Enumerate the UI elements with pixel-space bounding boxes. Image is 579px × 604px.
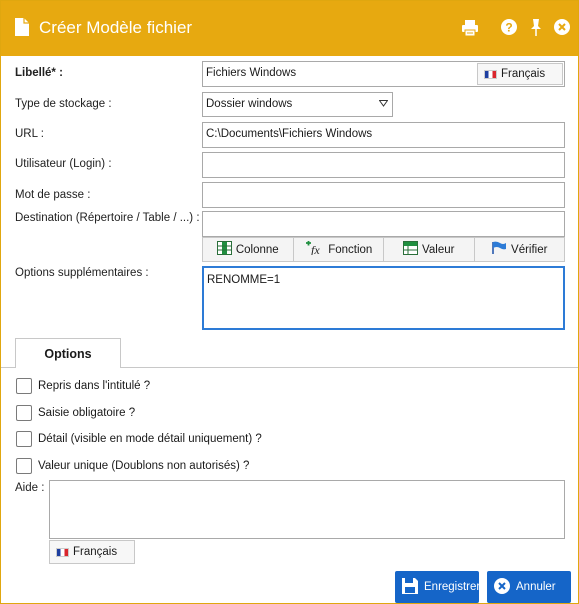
dropdown-arrow-icon	[378, 99, 389, 110]
verify-flag-icon	[491, 241, 507, 258]
saisie-checkbox-row[interactable]: Saisie obligatoire ?	[16, 405, 135, 421]
colonne-label: Colonne	[235, 243, 279, 256]
repris-checkbox-row[interactable]: Repris dans l'intitulé ?	[16, 378, 150, 394]
save-icon	[401, 577, 419, 598]
detail-checkbox-row[interactable]: Détail (visible en mode détail uniquemen…	[16, 431, 262, 447]
colonne-button[interactable]: Colonne	[202, 237, 294, 262]
aide-language-label: Français	[73, 546, 118, 558]
verifier-label: Vérifier	[511, 243, 548, 256]
unique-label: Valeur unique (Doublons non autorisés) ?	[38, 460, 250, 472]
valeur-label: Valeur	[422, 243, 455, 256]
url-value: C:\Documents\Fichiers Windows	[206, 128, 373, 140]
libelle-value: Fichiers Windows	[206, 67, 297, 79]
destination-toolbar: Colonne fx Fonction Valeur Vérifier	[202, 237, 565, 262]
french-flag-icon	[56, 547, 69, 557]
valeur-button[interactable]: Valeur	[384, 237, 475, 262]
mot-de-passe-input[interactable]	[202, 182, 565, 208]
annuler-label: Annuler	[516, 581, 556, 593]
repris-label: Repris dans l'intitulé ?	[38, 380, 151, 392]
utilisateur-label: Utilisateur (Login) :	[15, 158, 112, 170]
svg-text:?: ?	[505, 21, 512, 35]
type-stockage-value: Dossier windows	[206, 98, 293, 110]
libelle-label: Libellé* :	[15, 67, 63, 79]
title-bar: Créer Modèle fichier ?	[1, 1, 578, 56]
fonction-label: Fonction	[328, 243, 373, 256]
fonction-button[interactable]: fx Fonction	[293, 237, 384, 262]
enregistrer-button[interactable]: Enregistrer	[395, 571, 481, 603]
verifier-button[interactable]: Vérifier	[474, 237, 565, 262]
mot-de-passe-label: Mot de passe :	[15, 189, 91, 201]
detail-checkbox[interactable]	[16, 431, 32, 447]
svg-text:fx: fx	[311, 243, 320, 255]
options-sup-label: Options supplémentaires :	[15, 267, 149, 279]
options-sup-value: RENOMME=1	[207, 274, 281, 286]
table-column-icon	[216, 241, 232, 258]
utilisateur-input[interactable]	[202, 152, 565, 178]
language-button[interactable]: Français	[477, 63, 563, 85]
destination-input[interactable]	[202, 211, 565, 237]
detail-label: Détail (visible en mode détail uniquemen…	[38, 433, 262, 445]
type-stockage-select[interactable]: Dossier windows	[202, 92, 393, 117]
aide-label: Aide :	[15, 482, 45, 494]
url-input[interactable]: C:\Documents\Fichiers Windows	[202, 122, 565, 148]
unique-checkbox[interactable]	[16, 458, 32, 474]
enregistrer-label: Enregistrer	[424, 581, 481, 593]
aide-language-button[interactable]: Français	[49, 540, 135, 564]
url-label: URL :	[15, 128, 44, 140]
document-icon	[14, 17, 30, 40]
unique-checkbox-row[interactable]: Valeur unique (Doublons non autorisés) ?	[16, 458, 249, 474]
french-flag-icon	[484, 69, 497, 79]
close-icon[interactable]	[553, 18, 571, 39]
repris-checkbox[interactable]	[16, 378, 32, 394]
window-title: Créer Modèle fichier	[39, 18, 193, 37]
destination-label: Destination (Répertoire / Table / ...) :	[15, 212, 200, 224]
pin-icon[interactable]	[529, 18, 543, 41]
dialog-window: Créer Modèle fichier ? Libellé* : Fichie…	[0, 0, 579, 604]
tab-options-label: Options	[44, 346, 92, 361]
cancel-icon	[493, 577, 511, 598]
saisie-label: Saisie obligatoire ?	[38, 407, 136, 419]
type-stockage-label: Type de stockage :	[15, 98, 112, 110]
value-icon	[403, 241, 419, 258]
help-icon[interactable]: ?	[500, 18, 518, 39]
function-icon: fx	[304, 241, 324, 258]
tab-options[interactable]: Options	[15, 338, 121, 368]
aide-textarea[interactable]	[49, 480, 565, 539]
language-label: Français	[501, 68, 546, 80]
saisie-checkbox[interactable]	[16, 405, 32, 421]
annuler-button[interactable]: Annuler	[487, 571, 571, 603]
options-sup-textarea[interactable]: RENOMME=1	[202, 266, 565, 330]
print-icon[interactable]	[460, 18, 480, 41]
